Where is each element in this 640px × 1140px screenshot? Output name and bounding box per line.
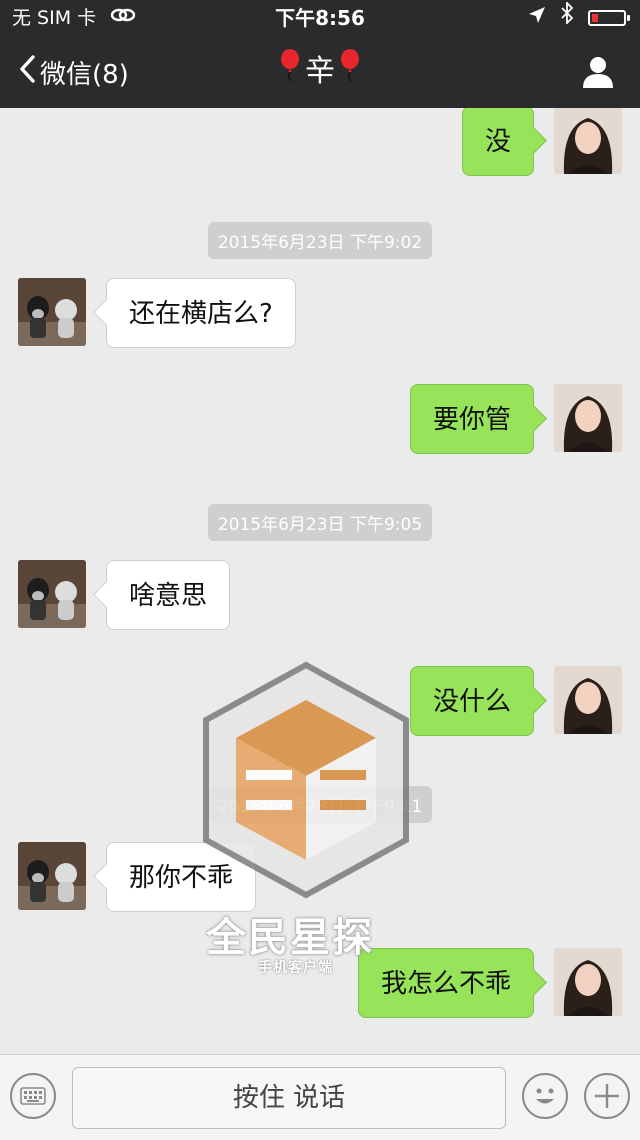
message-text: 还在横店么? (129, 299, 273, 329)
girl-avatar[interactable] (554, 948, 622, 1016)
hold-to-talk-button[interactable]: 按住 说话 (72, 1067, 506, 1129)
battery-icon (588, 10, 630, 26)
message-bubble-outgoing[interactable]: 没什么 (409, 666, 534, 736)
nav-bar: 微信(8) 辛 (0, 36, 640, 108)
bluetooth-icon (560, 0, 574, 36)
message-text: 要你管 (432, 405, 511, 435)
message-bubble-incoming[interactable]: 还在横店么? (106, 278, 296, 348)
keyboard-toggle-button[interactable] (10, 1073, 56, 1119)
girl-avatar[interactable] (554, 108, 622, 174)
back-button[interactable]: 微信(8) (18, 36, 129, 108)
watermark-title: 全民星探 (206, 915, 374, 961)
watermark-subtitle: 手机客户端 (258, 960, 333, 976)
message-text: 我怎么不乖 (380, 969, 511, 999)
message-text: 没 (484, 127, 511, 157)
input-bar: 按住 说话 (0, 1054, 640, 1140)
message-bubble-incoming[interactable]: 那你不乖 (106, 842, 257, 912)
back-label: 微信(8) (40, 59, 129, 90)
balloon-icon (339, 37, 361, 109)
keyboard-icon (12, 1087, 54, 1121)
timestamp-text: 2015年6月23日 下午9:11 (207, 786, 433, 823)
smiley-icon (524, 1088, 566, 1121)
message-timestamp: 2015年6月23日 下午9:02 (0, 222, 640, 259)
message-text: 那你不乖 (129, 863, 234, 893)
contact-profile-button[interactable] (580, 54, 616, 90)
message-bubble-outgoing[interactable]: 没 (461, 108, 534, 176)
message-timestamp: 2015年6月23日 下午9:05 (0, 504, 640, 541)
message-bubble-incoming[interactable]: 啥意思 (106, 560, 231, 630)
timestamp-text: 2015年6月23日 下午9:05 (207, 504, 433, 541)
balloon-icon (279, 37, 301, 109)
status-icons (528, 0, 630, 36)
message-bubble-outgoing[interactable]: 我怎么不乖 (357, 948, 534, 1018)
dogs-avatar[interactable] (18, 560, 86, 628)
message-text: 啥意思 (129, 581, 208, 611)
emoji-button[interactable] (522, 1073, 568, 1119)
dogs-avatar[interactable] (18, 278, 86, 346)
girl-avatar[interactable] (554, 666, 622, 734)
message-bubble-outgoing[interactable]: 要你管 (409, 384, 534, 454)
chat-title-text: 辛 (305, 54, 335, 89)
dogs-avatar[interactable] (18, 842, 86, 910)
location-arrow-icon (528, 0, 546, 36)
chevron-left-icon (18, 54, 36, 91)
message-timestamp: 2015年6月23日 下午9:11 (0, 786, 640, 823)
message-text: 没什么 (432, 687, 511, 717)
more-options-button[interactable] (584, 1073, 630, 1119)
status-bar: 无 SIM 卡 下午8:56 (0, 0, 640, 36)
top-bar: 无 SIM 卡 下午8:56 微信(8) 辛 (0, 0, 640, 108)
timestamp-text: 2015年6月23日 下午9:02 (207, 222, 433, 259)
girl-avatar[interactable] (554, 384, 622, 452)
person-icon (580, 57, 616, 94)
plus-icon (586, 1084, 628, 1121)
